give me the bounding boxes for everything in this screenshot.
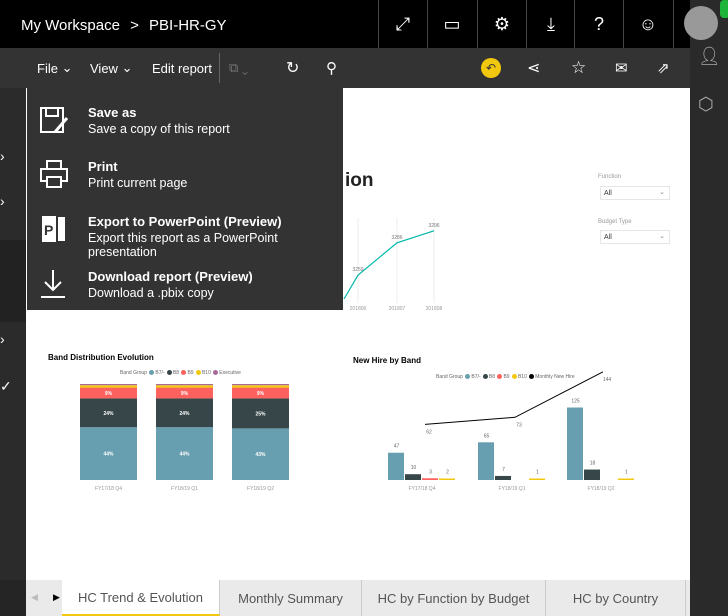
data-label: 18: [590, 461, 596, 467]
menu-item-download-report[interactable]: Download report (Preview) Download a .pb…: [27, 256, 343, 311]
tab-monthly-summary[interactable]: Monthly Summary: [220, 580, 362, 616]
undo-icon[interactable]: ↶: [481, 58, 501, 78]
menu-item-desc: Download a .pbix copy: [88, 286, 214, 300]
bar: [439, 478, 455, 480]
edit-report-button[interactable]: Edit report: [152, 48, 212, 88]
menu-item-title: Download report (Preview): [88, 269, 253, 284]
share-icon[interactable]: ⋖: [527, 48, 540, 88]
toolbar: File ⌄ View ⌄ Edit report ⧉ ⌄ ↻ ⚲ ↶ ⋖ ☆ …: [0, 48, 690, 88]
chevron-right-icon[interactable]: ›: [0, 331, 5, 347]
bookmark-view-icon[interactable]: ⧉ ⌄: [229, 48, 248, 88]
tab-hc-by-function-by-budget[interactable]: HC by Function by Budget: [362, 580, 546, 616]
bar: [618, 478, 634, 480]
tab-scroll-left-icon[interactable]: ◀: [31, 592, 38, 603]
bar: [478, 442, 494, 480]
star-icon[interactable]: ☆: [571, 48, 586, 88]
bar: [422, 478, 438, 480]
line-data-label: 62: [426, 429, 432, 435]
avatar[interactable]: [684, 6, 718, 40]
menu-item-title: Print: [88, 159, 118, 174]
svg-text:P: P: [44, 222, 53, 238]
data-label: 3: [429, 469, 432, 475]
menu-item-desc: Save a copy of this report: [88, 122, 230, 136]
chevron-right-icon[interactable]: ›: [0, 148, 5, 164]
comment-icon[interactable]: ▭: [427, 0, 476, 48]
printer-icon: [40, 160, 68, 188]
tab-hc-by-country[interactable]: HC by Country: [546, 580, 686, 616]
breadcrumb: My Workspace > PBI-HR-GY: [21, 17, 227, 34]
help-icon[interactable]: ?: [574, 0, 623, 48]
file-menu[interactable]: File ⌄: [37, 48, 72, 88]
page-tabs: ◀ ▶ HC Trend & Evolution Monthly Summary…: [26, 580, 690, 616]
breadcrumb-report[interactable]: PBI-HR-GY: [149, 17, 227, 34]
tab-hc-trend-evolution[interactable]: HC Trend & Evolution: [62, 580, 220, 616]
bar: [529, 478, 545, 480]
bar: [495, 475, 511, 480]
view-menu[interactable]: View ⌄: [90, 48, 132, 88]
menu-item-export-powerpoint[interactable]: P Export to PowerPoint (Preview) Export …: [27, 201, 343, 259]
chevron-right-icon[interactable]: ›: [0, 193, 5, 209]
data-label: 1: [625, 470, 628, 476]
bar: [388, 452, 404, 480]
x-tick-label: FY18/19 Q1: [499, 486, 526, 492]
menu-item-desc: Export this report as a PowerPoint prese…: [88, 231, 278, 259]
powerpoint-icon: P: [40, 214, 65, 244]
download-icon[interactable]: ⤓: [526, 0, 575, 48]
data-label: 125: [571, 399, 580, 405]
data-label: 65: [484, 433, 490, 439]
menu-item-title: Export to PowerPoint (Preview): [88, 214, 282, 229]
cube-icon[interactable]: ⬡: [698, 94, 714, 115]
data-label: 7: [502, 467, 505, 473]
right-rail: 👤︎ ⬡: [684, 0, 728, 616]
menu-item-save-as[interactable]: Save as Save a copy of this report: [27, 92, 343, 147]
save-as-icon: [40, 107, 69, 133]
line-data-label: 144: [603, 377, 612, 383]
file-dropdown-menu: Save as Save a copy of this report Print…: [27, 88, 343, 310]
data-label: 47: [394, 444, 400, 450]
menu-item-desc: Print current page: [88, 176, 188, 190]
refresh-icon[interactable]: ↻: [286, 48, 299, 88]
smiley-icon[interactable]: ☺: [623, 0, 672, 48]
menu-item-title: Save as: [88, 105, 137, 120]
check-icon[interactable]: ✓: [0, 378, 12, 395]
fullscreen-icon[interactable]: ⤢: [378, 0, 427, 48]
line-data-label: 73: [516, 422, 522, 428]
gear-icon[interactable]: ⚙: [477, 0, 526, 48]
mail-icon[interactable]: ✉: [615, 48, 628, 88]
data-label: 2: [446, 470, 449, 476]
tab-scroll-right-icon[interactable]: ▶: [53, 592, 60, 603]
download-icon: [41, 270, 65, 298]
menu-item-print[interactable]: Print Print current page: [27, 146, 343, 201]
x-tick-label: FY18/19 Q2: [588, 486, 615, 492]
bar: [405, 474, 421, 480]
data-label: 1: [536, 470, 539, 476]
share-out-icon[interactable]: ⇗: [657, 48, 670, 88]
left-rail: › › › ✓: [0, 88, 26, 580]
person-icon[interactable]: 👤︎: [698, 46, 721, 67]
pin-icon[interactable]: ⚲: [326, 48, 337, 88]
x-tick-label: FY17/18 Q4: [409, 486, 436, 492]
data-label: 10: [411, 465, 417, 471]
breadcrumb-workspace[interactable]: My Workspace: [21, 17, 120, 34]
file-label: File: [37, 60, 58, 76]
status-icon: [720, 0, 728, 18]
breadcrumb-separator: >: [130, 17, 139, 34]
top-bar: My Workspace > PBI-HR-GY ⤢ ▭ ⚙ ⤓ ? ☺: [0, 0, 690, 48]
view-label: View: [90, 60, 118, 76]
bar: [584, 469, 600, 480]
bar: [567, 407, 583, 480]
